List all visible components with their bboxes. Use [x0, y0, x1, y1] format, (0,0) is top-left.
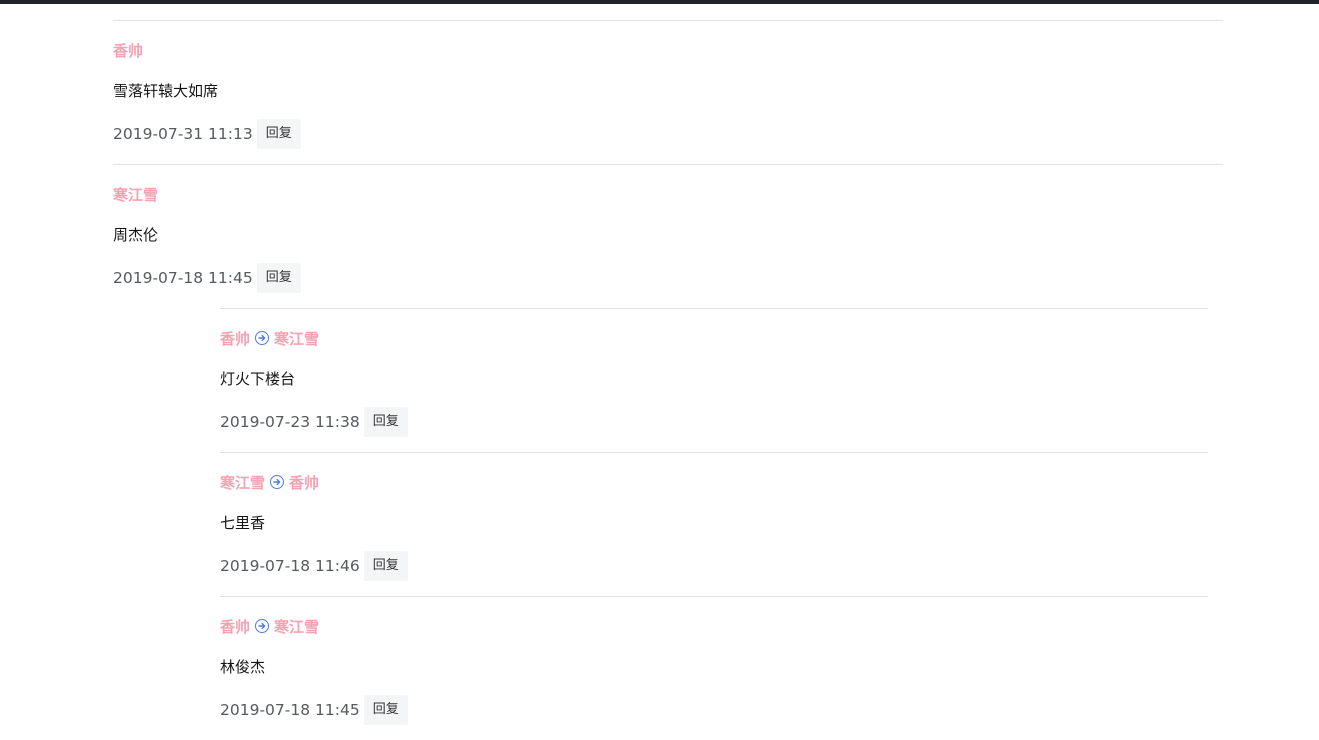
reply-content: 七里香 [220, 514, 266, 532]
reply-from-author[interactable]: 香帅 [220, 616, 250, 637]
arrow-right-circle-icon [255, 619, 270, 633]
reply-to-author[interactable]: 寒江雪 [274, 328, 319, 349]
reply-author-row: 香帅 寒江雪 [220, 616, 319, 636]
reply-content: 灯火下楼台 [220, 370, 296, 388]
reply-item: 香帅 寒江雪 灯火下楼台 2019-07-23 11:38 回复 [220, 308, 1208, 452]
comment-footer: 2019-07-18 11:45 回复 [113, 263, 301, 293]
comment-author-row: 香帅 [113, 40, 143, 60]
comment-author[interactable]: 香帅 [113, 40, 143, 61]
reply-content: 林俊杰 [220, 658, 266, 676]
reply-footer: 2019-07-18 11:45 回复 [220, 695, 408, 725]
comment-item: 寒江雪 周杰伦 2019-07-18 11:45 回复 [113, 164, 1223, 308]
reply-item: 香帅 寒江雪 林俊杰 2019-07-18 11:45 回复 [220, 596, 1208, 740]
comment-item: 香帅 雪落轩辕大如席 2019-07-31 11:13 回复 [113, 20, 1223, 164]
comment-author[interactable]: 寒江雪 [113, 184, 158, 205]
reply-button[interactable]: 回复 [363, 551, 408, 581]
comment-content: 周杰伦 [113, 226, 159, 244]
reply-button[interactable]: 回复 [256, 263, 301, 293]
reply-button[interactable]: 回复 [363, 695, 408, 725]
reply-item: 寒江雪 香帅 七里香 2019-07-18 11:46 回复 [220, 452, 1208, 596]
reply-time: 2019-07-18 11:45 [220, 701, 360, 719]
comment-list: 香帅 雪落轩辕大如席 2019-07-31 11:13 回复 寒江雪 周杰伦 2… [113, 20, 1223, 740]
reply-author-row: 香帅 寒江雪 [220, 328, 319, 348]
top-bar [0, 0, 1319, 4]
comment-time: 2019-07-31 11:13 [113, 125, 253, 143]
comment-author-row: 寒江雪 [113, 184, 158, 204]
reply-button[interactable]: 回复 [256, 119, 301, 149]
reply-footer: 2019-07-18 11:46 回复 [220, 551, 408, 581]
reply-author-row: 寒江雪 香帅 [220, 472, 319, 492]
reply-to-author[interactable]: 寒江雪 [274, 616, 319, 637]
comment-time: 2019-07-18 11:45 [113, 269, 253, 287]
reply-button[interactable]: 回复 [363, 407, 408, 437]
reply-time: 2019-07-18 11:46 [220, 557, 360, 575]
arrow-right-circle-icon [255, 331, 270, 345]
reply-from-author[interactable]: 香帅 [220, 328, 250, 349]
reply-footer: 2019-07-23 11:38 回复 [220, 407, 408, 437]
reply-time: 2019-07-23 11:38 [220, 413, 360, 431]
reply-from-author[interactable]: 寒江雪 [220, 472, 265, 493]
arrow-right-circle-icon [270, 475, 285, 489]
reply-to-author[interactable]: 香帅 [289, 472, 319, 493]
comment-content: 雪落轩辕大如席 [113, 82, 219, 100]
comment-footer: 2019-07-31 11:13 回复 [113, 119, 301, 149]
